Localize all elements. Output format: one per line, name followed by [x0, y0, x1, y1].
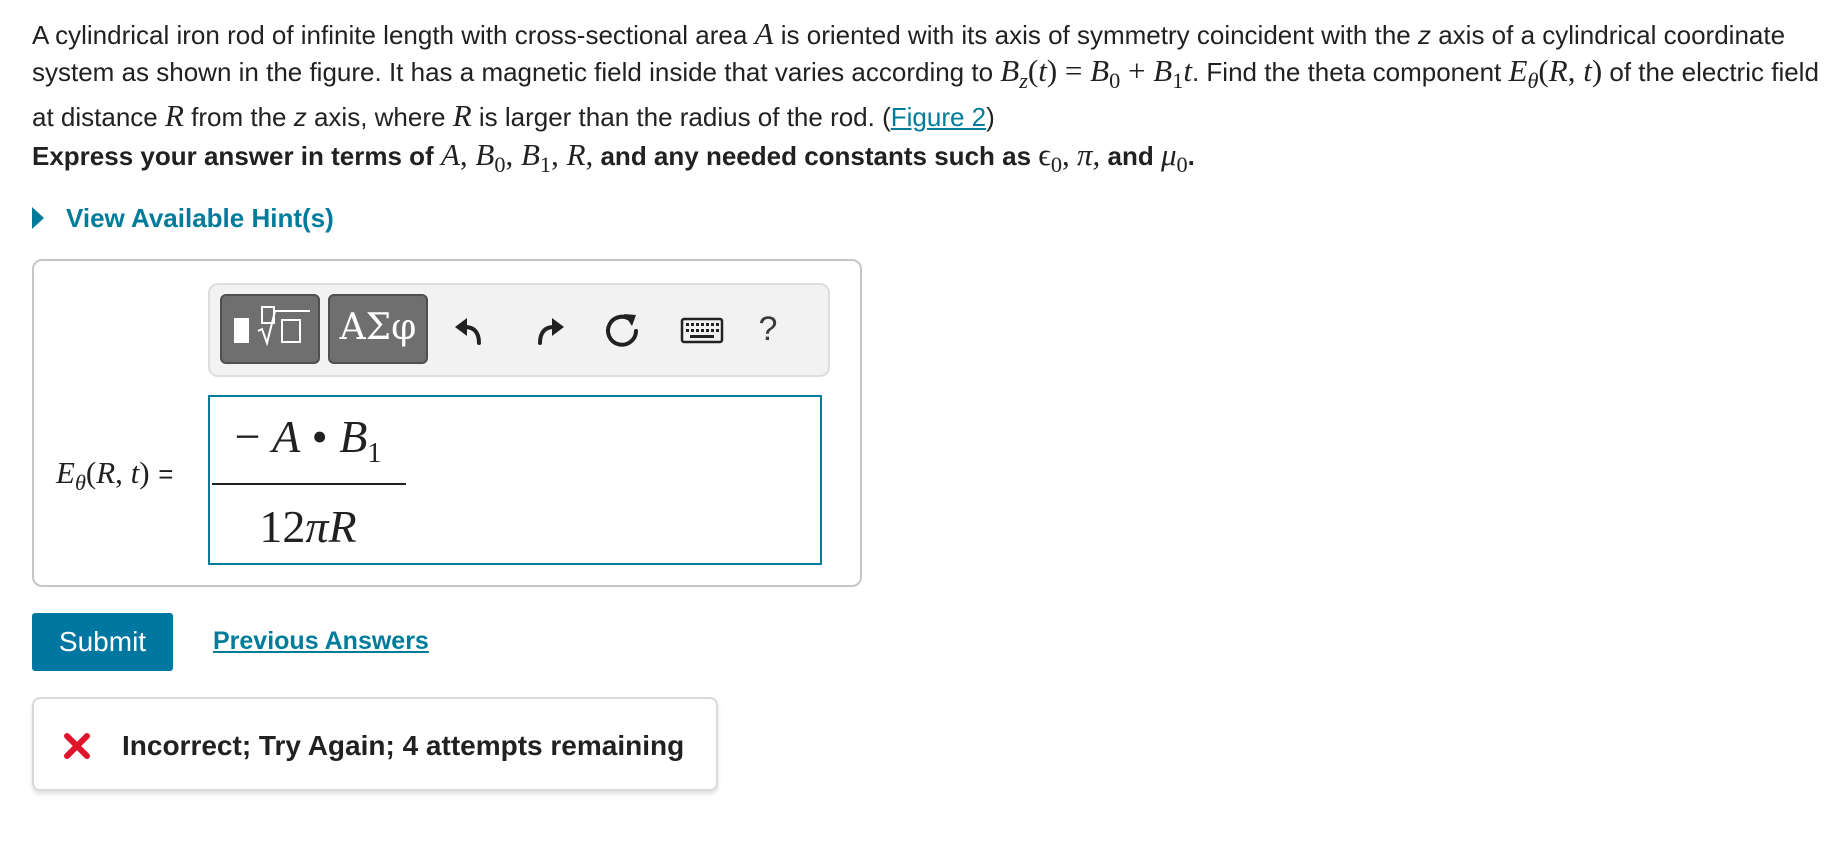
- constant-pi: π,: [1076, 137, 1101, 172]
- problem-text: from the: [183, 102, 294, 133]
- instruction-text: .: [1187, 141, 1195, 171]
- constant-mu0: μ0: [1160, 137, 1188, 178]
- feedback-box: Incorrect; Try Again; 4 attempts remaini…: [32, 697, 718, 791]
- undo-icon: [455, 318, 481, 345]
- reset-icon: [606, 314, 638, 347]
- instruction-variables: A, B0, B1, R,: [440, 137, 594, 178]
- redo-icon: [538, 318, 564, 345]
- field-expression: Bz(t) = B0 + B1t: [1000, 53, 1192, 94]
- view-hints-toggle[interactable]: View Available Hint(s): [32, 202, 334, 234]
- constant-epsilon0: ϵ0,: [1038, 137, 1070, 178]
- problem-text: axis, where: [306, 102, 453, 133]
- reset-button[interactable]: [598, 307, 646, 355]
- var-r: R: [164, 98, 184, 134]
- target-expression: Eθ(R, t): [1508, 53, 1603, 94]
- fraction-bar: [212, 483, 406, 485]
- problem-text: ): [986, 102, 995, 133]
- var-a: A: [754, 16, 774, 51]
- answer-instruction: Express your answer in terms of A, B0, B…: [32, 137, 1832, 182]
- answer-label: Eθ(R, t) =: [56, 455, 174, 496]
- var-r: R: [452, 98, 472, 134]
- figure-link[interactable]: Figure 2: [891, 102, 986, 132]
- problem-text: . Find the theta component: [1191, 57, 1509, 87]
- hint-label: View Available Hint(s): [66, 202, 334, 233]
- keyboard-button[interactable]: [672, 309, 732, 353]
- problem-text: is larger than the radius of the rod. (: [471, 102, 891, 133]
- redo-button[interactable]: [523, 307, 571, 355]
- answer-input[interactable]: − A • B1 12πR: [208, 395, 822, 565]
- answer-panel: ΑΣφ ? Eθ(R, t) = − A • B1 12πR: [32, 259, 862, 587]
- undo-button[interactable]: [448, 307, 496, 355]
- previous-answers-link[interactable]: Previous Answers: [213, 623, 429, 659]
- var-z: z: [293, 102, 307, 133]
- math-toolbar: ΑΣφ ?: [208, 283, 830, 377]
- submit-button[interactable]: Submit: [32, 613, 173, 671]
- problem-text: is oriented with its axis of symmetry co…: [773, 20, 1418, 50]
- templates-icon: [234, 306, 310, 347]
- problem-text: A cylindrical iron rod of infinite lengt…: [32, 20, 755, 50]
- keyboard-icon: [680, 317, 724, 344]
- help-button[interactable]: ?: [748, 301, 788, 357]
- instruction-text: Express your answer in terms of: [32, 141, 441, 171]
- caret-right-icon: [32, 207, 44, 229]
- instruction-text: and: [1100, 141, 1161, 171]
- feedback-message: Incorrect; Try Again; 4 attempts remaini…: [122, 730, 685, 761]
- templates-button[interactable]: [220, 294, 320, 364]
- fraction-numerator: − A • B1: [234, 411, 382, 470]
- answer-fraction: − A • B1 12πR: [210, 397, 406, 567]
- var-z: z: [1417, 20, 1431, 50]
- symbols-button[interactable]: ΑΣφ: [328, 294, 428, 364]
- instruction-text: and any needed constants such as: [593, 141, 1039, 171]
- fraction-denominator: 12πR: [259, 501, 357, 552]
- problem-statement: A cylindrical iron rod of infinite lengt…: [32, 16, 1832, 135]
- incorrect-x-icon: [64, 733, 90, 759]
